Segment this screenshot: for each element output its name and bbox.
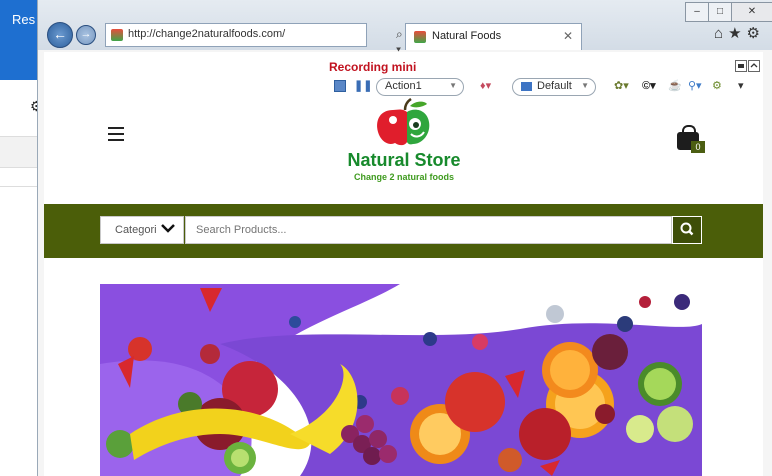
fruit-banner-image bbox=[100, 284, 702, 476]
chevron-down-icon: ▼ bbox=[581, 81, 589, 90]
background-app-label: Res bbox=[12, 12, 36, 27]
brand-tagline: Change 2 natural foods bbox=[353, 172, 454, 182]
hamburger-menu-icon[interactable] bbox=[108, 127, 124, 141]
close-window-button[interactable]: ✕ bbox=[731, 2, 772, 22]
pause-icon[interactable]: ❚❚ bbox=[354, 79, 372, 92]
chevron-down-icon: ▼ bbox=[449, 81, 457, 90]
coffee-icon[interactable]: ☕ bbox=[668, 79, 682, 92]
tab-close-icon[interactable]: ✕ bbox=[563, 29, 573, 43]
apple-logo-icon bbox=[377, 98, 430, 146]
profile-dropdown[interactable]: Default ▼ bbox=[512, 78, 596, 96]
recording-toolbar: ❚❚ Action1 ▼ ♦▾ Default ▼ ✿▾ ©▾ ☕ ⚲▾ ⚙ ▾ bbox=[324, 76, 763, 98]
stop-icon[interactable] bbox=[334, 80, 346, 92]
tab-title: Natural Foods bbox=[432, 30, 502, 42]
cart-count-badge: 0 bbox=[691, 141, 705, 153]
address-url[interactable]: http://change2naturalfoods.com/ bbox=[128, 28, 285, 40]
back-arrow-icon[interactable]: ← bbox=[47, 22, 73, 48]
forward-arrow-icon[interactable]: → bbox=[76, 25, 96, 45]
tab-natural-foods[interactable]: Natural Foods ✕ bbox=[405, 23, 582, 50]
search-input[interactable] bbox=[185, 216, 672, 244]
chevron-down-icon bbox=[161, 222, 175, 237]
web-page: Recording mini ❚❚ Action1 ▼ ♦▾ Default ▼… bbox=[44, 52, 763, 476]
brand-name: Natural Store bbox=[347, 150, 461, 170]
maximize-button[interactable]: □ bbox=[708, 2, 732, 22]
background-divider bbox=[0, 167, 40, 168]
category-select[interactable]: Categori bbox=[100, 216, 184, 244]
action-label: Action1 bbox=[385, 80, 422, 92]
search-button[interactable] bbox=[672, 216, 702, 244]
eraser-icon[interactable]: ♦▾ bbox=[480, 79, 491, 92]
shopping-bag-icon[interactable]: 0 bbox=[677, 124, 705, 153]
background-app-header: Res bbox=[0, 0, 40, 80]
background-divider bbox=[0, 186, 40, 187]
profile-label: Default bbox=[537, 80, 572, 92]
browser-titlebar: – □ ✕ ← → http://change2naturalfoods.com… bbox=[38, 0, 772, 71]
browser-window: – □ ✕ ← → http://change2naturalfoods.com… bbox=[37, 0, 772, 476]
recording-title: Recording mini bbox=[329, 60, 417, 74]
copyright-icon[interactable]: ©▾ bbox=[642, 79, 656, 92]
category-label: Categori bbox=[115, 224, 157, 236]
more-chevron-icon[interactable]: ▾ bbox=[738, 79, 744, 92]
plugin-icon[interactable]: ✿▾ bbox=[614, 79, 629, 92]
address-bar[interactable]: http://change2naturalfoods.com/ ⌕ ▾ ↻ bbox=[105, 23, 406, 71]
profile-icon bbox=[521, 82, 532, 91]
action-dropdown[interactable]: Action1 ▼ bbox=[376, 78, 464, 96]
settings-cluster-icon[interactable]: ⚙ bbox=[712, 79, 722, 92]
tab-favicon-icon bbox=[414, 31, 426, 43]
search-icon bbox=[680, 222, 694, 236]
hero-banner[interactable] bbox=[100, 284, 702, 476]
minimize-button[interactable]: – bbox=[685, 2, 709, 22]
pin-icon[interactable]: ⚲▾ bbox=[688, 79, 702, 92]
background-row bbox=[0, 137, 40, 167]
browser-toolbar-icons[interactable]: ⌂★⚙ bbox=[714, 24, 765, 42]
site-favicon-icon bbox=[111, 29, 123, 41]
